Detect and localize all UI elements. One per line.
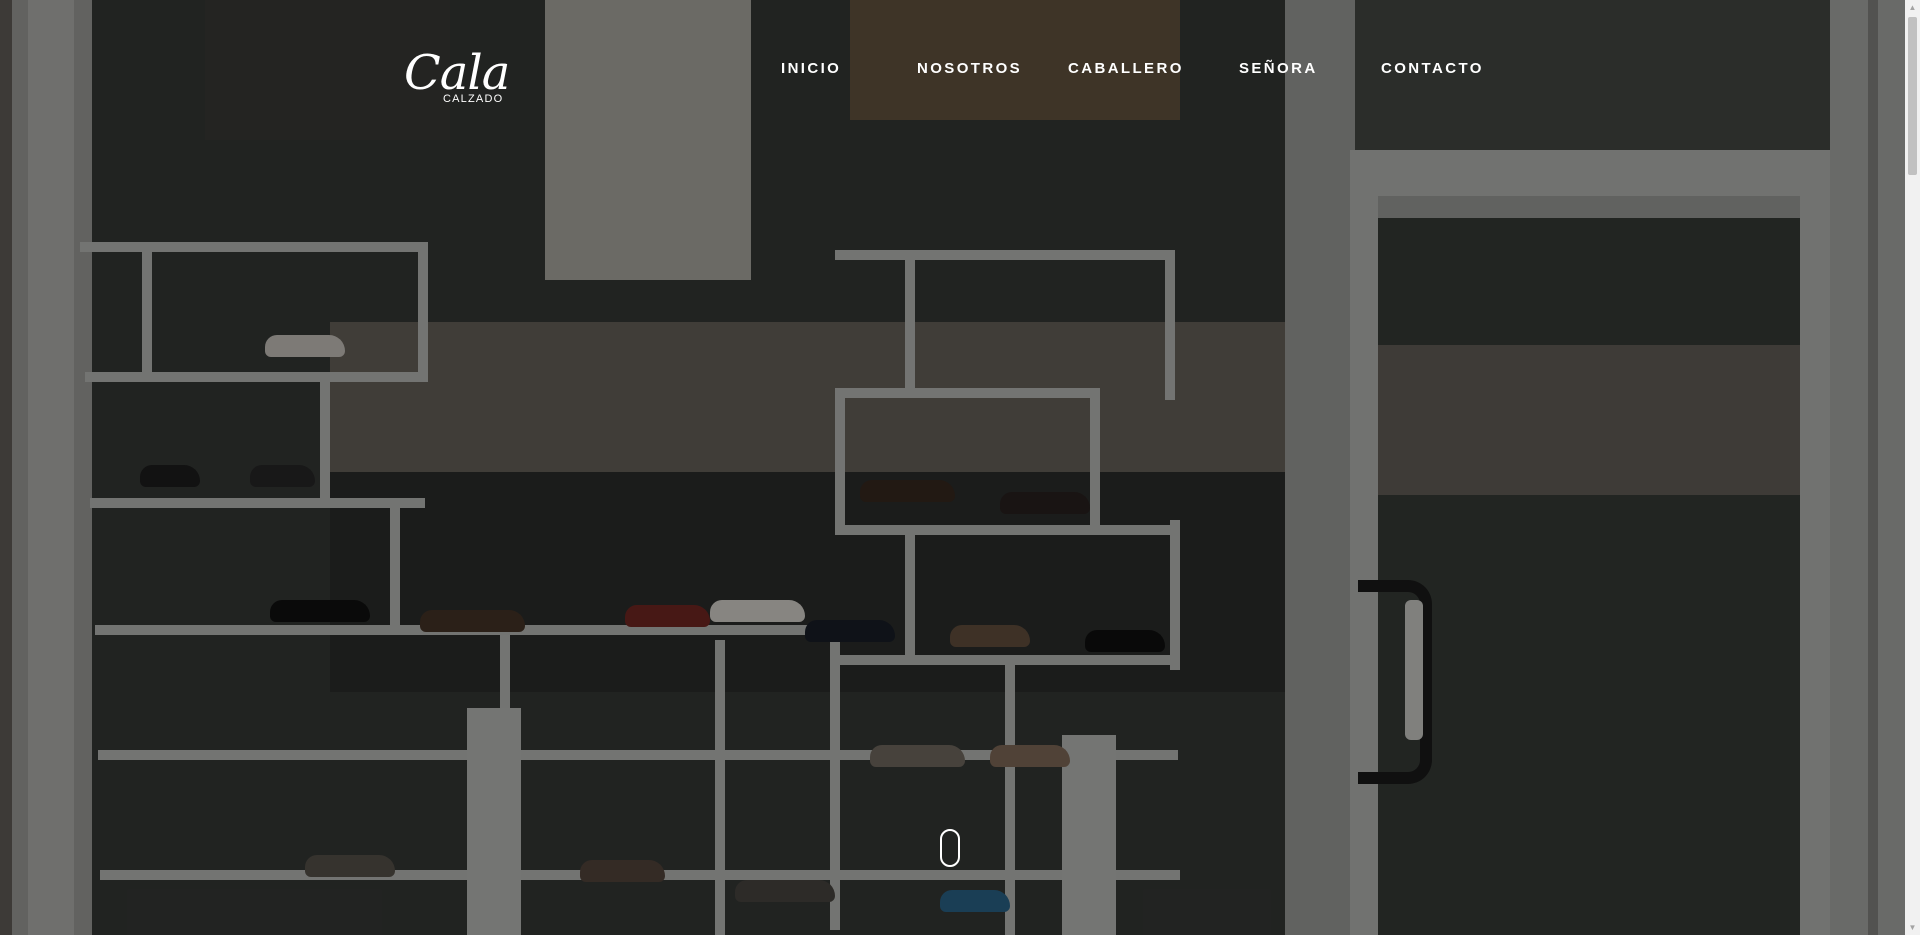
mouse-scroll-icon[interactable] xyxy=(940,829,960,867)
nav-item-nosotros[interactable]: NOSOTROS xyxy=(917,60,1022,77)
page-scrollbar[interactable]: ▲ ▼ xyxy=(1905,0,1920,935)
scroll-up-arrow-icon[interactable]: ▲ xyxy=(1905,0,1920,15)
scroll-down-arrow-icon[interactable]: ▼ xyxy=(1905,920,1920,935)
nav-item-senora[interactable]: SEÑORA xyxy=(1239,60,1318,77)
hero-section: Cala CALZADO INICIO NOSOTROS CABALLERO S… xyxy=(0,0,1905,935)
brand-logo[interactable]: Cala CALZADO xyxy=(402,45,512,110)
brand-logo-subtitle: CALZADO xyxy=(443,93,504,105)
scrollbar-thumb[interactable] xyxy=(1908,17,1917,175)
nav-item-caballero[interactable]: CABALLERO xyxy=(1068,60,1184,77)
hero-dark-overlay xyxy=(0,0,1905,935)
nav-item-contacto[interactable]: CONTACTO xyxy=(1381,60,1484,77)
nav-item-inicio[interactable]: INICIO xyxy=(781,60,841,77)
